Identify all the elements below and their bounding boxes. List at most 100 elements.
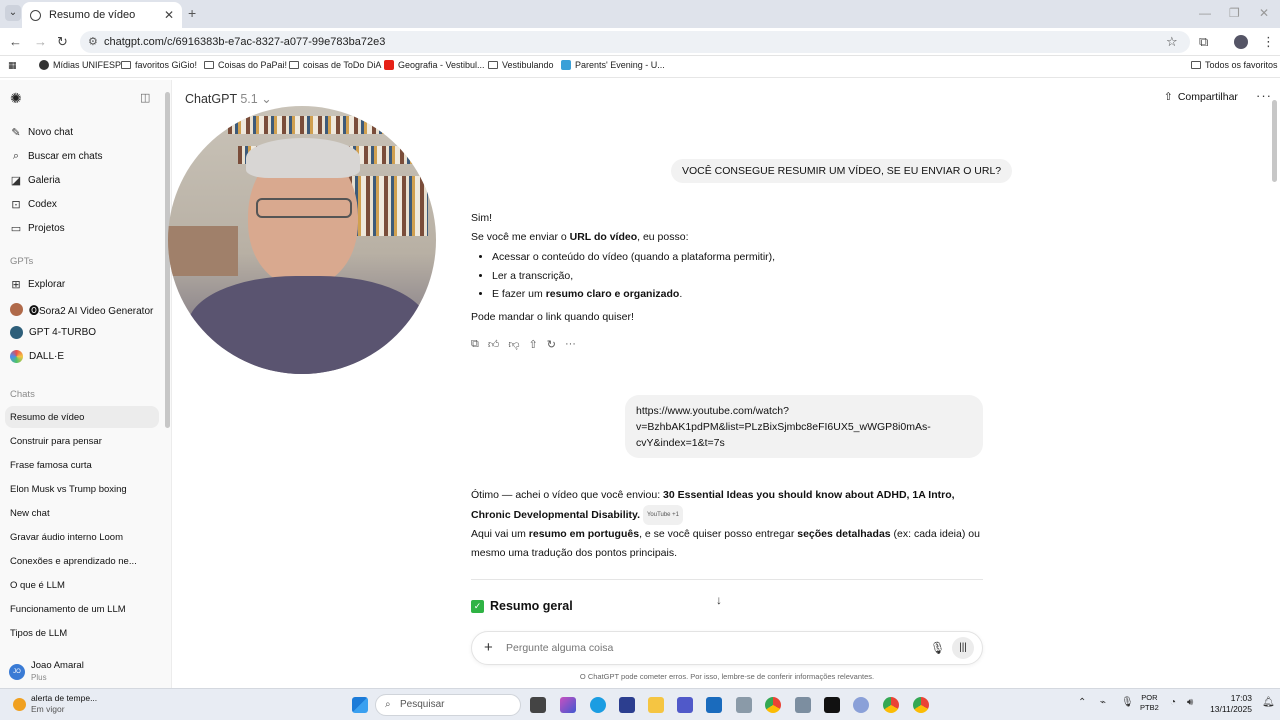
voice-mode-icon[interactable]: ||| [952,637,974,659]
scroll-down-icon[interactable]: ↓ [716,593,722,607]
model-selector[interactable]: ChatGPT 5.1 ⌄ [185,91,272,106]
chat-item[interactable]: O que é LLM [10,580,65,591]
url-field[interactable]: ⚙ chatgpt.com/c/6916383b-e7ac-8327-a077-… [80,31,1190,53]
profile-avatar[interactable] [1234,35,1248,49]
chat-item[interactable]: Elon Musk vs Trump boxing [10,484,127,495]
chat-item[interactable]: Conexões e aprendizado ne... [10,556,137,567]
site-info-icon[interactable]: ⚙ [88,31,98,53]
sidebar-item-gallery[interactable]: ◪ Galeria [10,174,60,187]
share-icon[interactable]: ⇧ [529,338,538,351]
toggle-sidebar-icon[interactable]: ◫ [140,91,150,104]
source-badge[interactable]: YouTube +1 [642,504,684,525]
copilot-icon[interactable] [560,697,576,713]
close-window-icon[interactable]: ✕ [1259,6,1269,20]
windows-start-icon[interactable] [352,697,368,713]
share-button[interactable]: ⇧ Compartilhar [1164,91,1238,103]
disclaimer: O ChatGPT pode cometer erros. Por isso, … [579,672,875,681]
more-icon[interactable]: ··· [565,338,576,351]
chat-item[interactable]: New chat [10,508,50,519]
teams-icon[interactable] [677,697,693,713]
chat-item[interactable]: Construir para pensar [10,436,102,447]
thumbs-up-icon[interactable]: 👍︎ [488,338,500,351]
reload-icon[interactable]: ↻ [57,34,68,50]
bookmark-folder[interactable]: favoritos GiGio! [121,60,197,70]
file-explorer-icon[interactable] [648,697,664,713]
snipping-tool-icon[interactable] [619,697,635,713]
chevron-up-icon[interactable]: ⌃ [1078,697,1086,708]
bookmark-item[interactable]: Geografia - Vestibul... [384,60,485,70]
chat-item[interactable]: Frase famosa curta [10,460,92,471]
microphone-icon[interactable]: 🎙︎ [930,641,945,655]
notifications-icon[interactable]: 🔔︎ [1262,697,1275,708]
code-icon: ⊡ [11,199,21,211]
chrome-profile-icon[interactable] [883,697,899,713]
new-tab-icon[interactable]: + [188,5,196,21]
app-icon[interactable] [795,697,811,713]
app-icon[interactable] [853,697,869,713]
sidebar-item-new-chat[interactable]: ✎ Novo chat [10,126,73,139]
copy-icon[interactable]: ⧉ [471,338,479,351]
forward-icon[interactable]: → [34,34,47,49]
sidebar-item-sora2[interactable]: 🅞Sora2 AI Video Generator [10,302,153,317]
microphone-icon[interactable]: 🎙︎ [1121,697,1134,708]
task-view-icon[interactable] [530,697,546,713]
language-indicator[interactable]: POR PTB2 [1140,693,1159,713]
prompt-input[interactable] [506,642,906,654]
close-tab-icon[interactable]: ✕ [164,8,174,22]
chrome-profile-icon[interactable] [913,697,929,713]
openai-logo-icon[interactable]: ✺ [10,90,22,107]
chat-item[interactable]: Tipos de LLM [10,628,67,639]
globe-icon [39,60,49,70]
more-options-icon[interactable]: ··· [1256,88,1272,103]
maximize-icon[interactable]: ❐ [1229,6,1240,20]
chats-heading: Chats [10,389,35,400]
sidebar-item-search[interactable]: ⌕ Buscar em chats [10,150,103,163]
person-shirt-image [188,276,428,374]
outlook-icon[interactable] [706,697,722,713]
windows-taskbar: alerta de tempe... Em vigor ⌕ Pesquisar … [0,688,1280,720]
folder-icon [488,61,498,69]
browser-tab-active[interactable]: Resumo de vídeo ✕ [22,2,182,28]
app-icon[interactable] [736,697,752,713]
bookmark-item[interactable]: Parents' Evening - U... [561,60,665,70]
sidebar-item-explore[interactable]: ⊞ Explorar [10,278,65,291]
volume-icon[interactable]: 🔊︎ [1187,697,1193,708]
network-icon[interactable]: ⌁ [1100,697,1106,708]
apps-icon[interactable]: ▦ [8,60,17,71]
capcut-icon[interactable] [824,697,840,713]
add-attachment-icon[interactable]: + [484,639,493,656]
folder-icon [1191,61,1201,69]
thumbs-down-icon[interactable]: 👎︎ [508,338,519,351]
bookmark-star-icon[interactable]: ☆ [1166,34,1178,50]
minimize-icon[interactable]: — [1199,6,1211,20]
back-icon[interactable]: ← [9,34,22,49]
all-bookmarks-folder[interactable]: Todos os favoritos [1191,60,1278,70]
user-profile[interactable]: JO Joao Amaral Plus [9,660,84,684]
chrome-icon[interactable] [765,697,781,713]
bookmark-folder[interactable]: Coisas do PaPai! [204,60,287,70]
chat-item[interactable]: Funcionamento de um LLM [10,604,126,615]
sidebar-item-gpt4-turbo[interactable]: GPT 4-TURBO [10,326,96,339]
weather-widget[interactable]: alerta de tempe... Em vigor [13,693,97,715]
sidebar-item-dalle[interactable]: DALL·E [10,350,64,363]
sidebar-item-codex[interactable]: ⊡ Codex [10,198,57,211]
main-scrollbar[interactable] [1272,100,1277,182]
bookmark-folder[interactable]: Vestibulando [488,60,554,70]
glasses-image [256,198,352,218]
extensions-icon[interactable]: ⧉ [1199,34,1208,50]
webcam-overlay[interactable] [168,106,436,374]
bookmark-item[interactable]: Mídias UNIFESP [39,60,121,70]
wifi-icon[interactable]: ◔ [1170,697,1176,708]
sidebar-item-projects[interactable]: ▭ Projetos [10,222,65,235]
chevron-down-icon: ⌄ [261,92,272,106]
user-name: Joao Amaral [31,660,84,671]
chat-item[interactable]: Gravar áudio interno Loom [10,532,123,543]
edge-icon[interactable] [590,697,606,713]
bookmark-folder[interactable]: coisas de ToDo DiA [289,60,381,70]
system-clock[interactable]: 17:03 13/11/2025 [1204,693,1252,715]
regenerate-icon[interactable]: ↻ [547,338,556,351]
tab-search-button[interactable]: ⌄ [5,5,21,21]
chat-item[interactable]: Resumo de vídeo [10,412,84,423]
taskbar-search[interactable]: ⌕ Pesquisar [375,694,521,716]
browser-menu-icon[interactable]: ⋮ [1262,34,1275,50]
